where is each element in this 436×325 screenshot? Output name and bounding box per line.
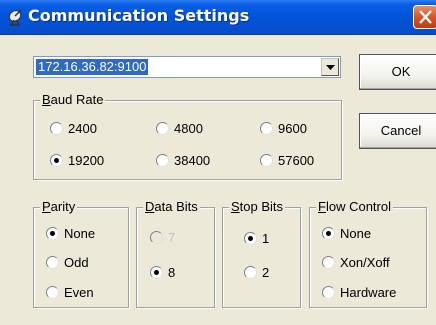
parity-option-label: Even [64,285,94,300]
radio-button[interactable] [244,232,257,245]
stop-bits-group: Stop Bits 1 2 [222,199,301,308]
baud-option-label: 38400 [174,153,211,168]
parity-option-label: None [64,226,96,241]
flow-control-label: Flow Control [316,199,393,215]
radio-button[interactable] [156,154,169,167]
radio-button[interactable] [46,256,59,269]
stop-bits-option-label: 2 [262,265,270,280]
title-bar[interactable]: Communication Settings [0,0,436,35]
radio-button[interactable] [46,286,59,299]
satellite-dish-icon [8,9,22,26]
radio-button[interactable] [150,266,163,279]
close-button[interactable] [413,5,436,29]
cancel-button[interactable]: Cancel [359,113,436,149]
ok-button[interactable]: OK [359,54,436,90]
radio-button[interactable] [46,227,59,240]
window-title: Communication Settings [28,6,250,25]
radio-button[interactable] [50,154,63,167]
radio-button[interactable] [260,154,273,167]
baud-rate-group: Baud Rate 2400 4800 9600 19200 38400 576… [33,92,342,180]
radio-button[interactable] [322,256,335,269]
data-bits-group: Data Bits 7 8 [136,199,215,308]
data-bits-option-label: 8 [168,265,176,280]
parity-group: Parity None Odd Even [33,199,129,308]
radio-button[interactable] [50,122,63,135]
baud-option-label: 57600 [278,153,315,168]
flow-option-label: Hardware [340,285,397,300]
address-value[interactable]: 172.16.36.82:9100 [36,59,149,75]
parity-label: Parity [40,199,78,215]
baud-option-label: 2400 [68,121,97,136]
address-dropdown-button[interactable] [321,58,339,76]
baud-rate-label: Baud Rate [40,92,106,108]
dropdown-arrow-icon [326,65,335,70]
baud-option-label: 9600 [278,121,307,136]
data-bits-option-label: 7 [168,230,176,245]
radio-button[interactable] [244,266,257,279]
communication-settings-dialog: Communication Settings 172.16.36.82:9100… [0,0,436,325]
radio-button[interactable] [322,286,335,299]
radio-button [150,231,163,244]
flow-option-label: None [340,226,372,241]
radio-button[interactable] [260,122,273,135]
stop-bits-option-label: 1 [262,231,270,246]
stop-bits-label: Stop Bits [229,199,286,215]
baud-option-label: 19200 [68,153,105,168]
close-icon [419,10,432,24]
address-combobox[interactable]: 172.16.36.82:9100 [33,56,341,78]
parity-option-label: Odd [64,255,89,270]
baud-option-label: 4800 [174,121,203,136]
radio-button[interactable] [322,227,335,240]
flow-option-label: Xon/Xoff [340,255,390,270]
data-bits-label: Data Bits [143,199,200,215]
flow-control-group: Flow Control None Xon/Xoff Hardware [309,199,427,308]
radio-button[interactable] [156,122,169,135]
